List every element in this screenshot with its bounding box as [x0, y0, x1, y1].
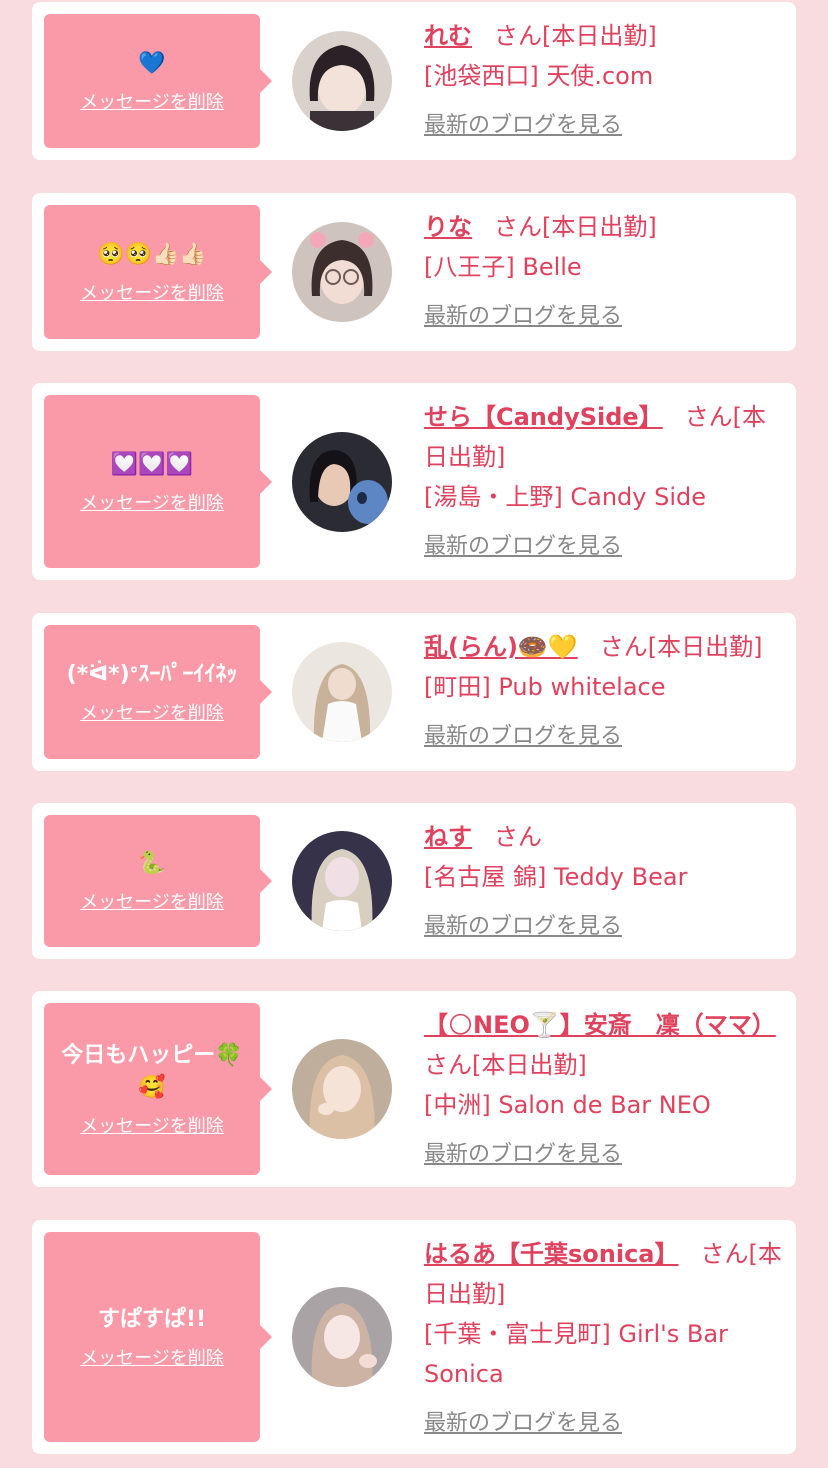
message-text: 🥺🥺👍🏻👍🏻	[97, 242, 207, 267]
message-bubble: 🐍 メッセージを削除	[44, 815, 272, 947]
cast-info: 【🌕NEO🍸】安斎 凜（ママ） さん[本日出勤] [中洲] Salon de Ba…	[424, 1005, 782, 1175]
message-text: 🐍	[138, 851, 166, 876]
message-text: 💙	[138, 51, 166, 76]
shop-name: [池袋西口] 天使.com	[424, 62, 654, 90]
cast-info: 乱(らん)🍩💛 さん[本日出勤] [町田] Pub whitelace 最新のブロ…	[424, 627, 782, 757]
avatar[interactable]	[292, 1039, 392, 1139]
cast-name-link[interactable]: れむ	[424, 22, 472, 50]
avatar[interactable]	[292, 831, 392, 931]
list-item: 🥺🥺👍🏻👍🏻 メッセージを削除 りな さん[本日出勤] [八王子] Belle 最…	[32, 193, 796, 351]
delete-message-link[interactable]: メッセージを削除	[80, 1344, 224, 1370]
shop-name: [中洲] Salon de Bar NEO	[424, 1091, 711, 1119]
cast-name-link[interactable]: りな	[424, 213, 472, 241]
shop-name: [町田] Pub whitelace	[424, 673, 666, 701]
cast-status: さん[本日出勤]	[494, 22, 657, 50]
avatar[interactable]	[292, 222, 392, 322]
cast-info: れむ さん[本日出勤] [池袋西口] 天使.com 最新のブログを見る	[424, 16, 782, 146]
blog-link[interactable]: 最新のブログを見る	[424, 907, 782, 947]
list-item: 💟💟💟 メッセージを削除 せら【CandySide】 さん[本日出勤] [湯島・上…	[32, 383, 796, 580]
cast-name-link[interactable]: ねす	[424, 823, 472, 851]
cast-info: りな さん[本日出勤] [八王子] Belle 最新のブログを見る	[424, 207, 782, 337]
cast-info: ねす さん [名古屋 錦] Teddy Bear 最新のブログを見る	[424, 817, 782, 947]
cast-status: さん[本日出勤]	[599, 633, 763, 661]
list-item: 🐍 メッセージを削除 ねす さん [名古屋 錦] Teddy Bear 最新のブロ…	[32, 803, 796, 959]
cast-status: さん	[494, 823, 542, 851]
cast-info: せら【CandySide】 さん[本日出勤] [湯島・上野] Candy Side…	[424, 397, 782, 567]
cast-name-link[interactable]: 乱(らん)🍩💛	[424, 633, 578, 661]
shop-name: [湯島・上野] Candy Side	[424, 483, 706, 511]
avatar[interactable]	[292, 1287, 392, 1387]
message-bubble: 今日もハッピー🍀🥰 メッセージを削除	[44, 1003, 272, 1175]
cast-status: さん[本日出勤]	[494, 213, 657, 241]
avatar[interactable]	[292, 642, 392, 742]
cast-info: はるあ【千葉sonica】 さん[本日出勤] [千葉・富士見町] Girl's B…	[424, 1234, 782, 1444]
delete-message-link[interactable]: メッセージを削除	[80, 1112, 224, 1138]
shop-name: [千葉・富士見町] Girl's Bar Sonica	[424, 1320, 728, 1388]
message-bubble: すぱすぱ!! メッセージを削除	[44, 1232, 272, 1442]
favorite-list: 💙 メッセージを削除 れむ さん[本日出勤] [池袋西口] 天使.com 最新のブ…	[0, 0, 828, 1468]
delete-message-link[interactable]: メッセージを削除	[80, 888, 224, 914]
shop-name: [名古屋 錦] Teddy Bear	[424, 863, 688, 891]
message-bubble: 🥺🥺👍🏻👍🏻 メッセージを削除	[44, 205, 272, 339]
list-item: 💙 メッセージを削除 れむ さん[本日出勤] [池袋西口] 天使.com 最新のブ…	[32, 2, 796, 160]
blog-link[interactable]: 最新のブログを見る	[424, 1135, 782, 1175]
message-text: 💟💟💟	[110, 451, 194, 477]
cast-name-link[interactable]: 【🌕NEO🍸】安斎 凜（ママ）	[424, 1011, 776, 1039]
blog-link[interactable]: 最新のブログを見る	[424, 106, 782, 146]
message-bubble: 💙 メッセージを削除	[44, 14, 272, 148]
delete-message-link[interactable]: メッセージを削除	[80, 489, 224, 515]
avatar[interactable]	[292, 31, 392, 131]
delete-message-link[interactable]: メッセージを削除	[80, 699, 224, 725]
cast-status: さん[本日出勤]	[424, 1051, 587, 1079]
blog-link[interactable]: 最新のブログを見る	[424, 297, 782, 337]
cast-name-link[interactable]: せら【CandySide】	[424, 403, 663, 431]
message-text: 今日もハッピー🍀🥰	[61, 1043, 243, 1100]
blog-link[interactable]: 最新のブログを見る	[424, 717, 782, 757]
avatar[interactable]	[292, 431, 392, 532]
delete-message-link[interactable]: メッセージを削除	[80, 88, 224, 114]
message-text: すぱすぱ!!	[97, 1307, 207, 1332]
blog-link[interactable]: 最新のブログを見る	[424, 527, 782, 567]
list-item: 今日もハッピー🍀🥰 メッセージを削除 【🌕NEO🍸】安斎 凜（ママ） さん[本日出…	[32, 991, 796, 1187]
cast-name-link[interactable]: はるあ【千葉sonica】	[424, 1240, 679, 1268]
list-item: すぱすぱ!! メッセージを削除 はるあ【千葉sonica】 さん[本日出勤] [千…	[32, 1220, 796, 1454]
message-text: (*ᐛ*)ᐤｽｰﾊﾟｰｲｲﾈｯ	[66, 662, 238, 687]
shop-name: [八王子] Belle	[424, 253, 582, 281]
message-bubble: (*ᐛ*)ᐤｽｰﾊﾟｰｲｲﾈｯ メッセージを削除	[44, 625, 272, 759]
blog-link[interactable]: 最新のブログを見る	[424, 1404, 782, 1444]
message-bubble: 💟💟💟 メッセージを削除	[44, 395, 272, 568]
list-item: (*ᐛ*)ᐤｽｰﾊﾟｰｲｲﾈｯ メッセージを削除 乱(らん)🍩💛 さん[本日出勤]…	[32, 613, 796, 771]
delete-message-link[interactable]: メッセージを削除	[80, 279, 224, 305]
